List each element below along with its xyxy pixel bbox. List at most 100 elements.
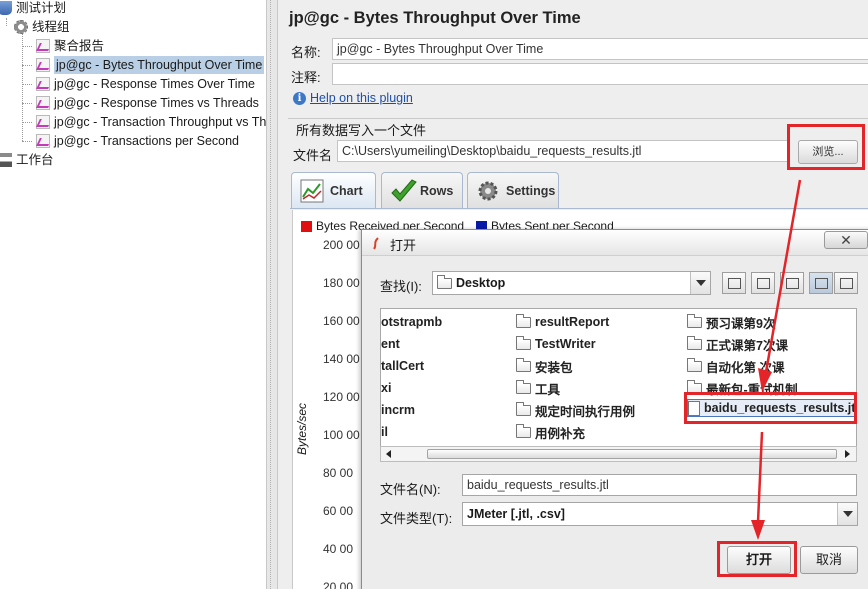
list-item[interactable]: 正式课第7次课: [687, 335, 788, 353]
tree-item-label: 测试计划: [16, 1, 67, 15]
file-list[interactable]: otstrapmb ent tallCert xi incrm il resul…: [380, 308, 857, 462]
list-item[interactable]: il: [381, 423, 388, 441]
file-name: baidu_requests_results.jtl: [704, 401, 857, 415]
file-icon: [688, 400, 700, 416]
list-item[interactable]: otstrapmb: [381, 313, 442, 331]
file-name: resultReport: [535, 315, 610, 329]
graph-icon: [36, 77, 50, 91]
file-name: 规定时间执行用例: [535, 404, 636, 419]
filename-input[interactable]: baidu_requests_results.jtl: [462, 474, 857, 496]
list-item[interactable]: 最新包-重试机制: [687, 379, 798, 397]
list-view-button[interactable]: [809, 272, 833, 294]
filename-field[interactable]: C:\Users\yumeiling\Desktop\baidu_request…: [337, 140, 789, 162]
filetype-value: JMeter [.jtl, .csv]: [467, 507, 565, 521]
tree-item-label: jp@gc - Transactions per Second: [54, 134, 240, 148]
filetype-label: 文件类型(T):: [380, 511, 453, 526]
y-axis-label: Bytes/sec: [295, 402, 309, 455]
list-item[interactable]: resultReport: [516, 313, 609, 331]
folder-icon: [516, 379, 531, 394]
y-tick: 160 00: [323, 314, 360, 328]
graph-icon: [36, 58, 50, 72]
folder-icon: [516, 401, 531, 416]
folder-icon: [437, 274, 452, 289]
tree-item-aggregate-report[interactable]: 聚合报告: [36, 37, 104, 55]
tab-divider: [290, 208, 868, 209]
scroll-right-icon[interactable]: [840, 447, 854, 461]
y-tick: 20 00: [323, 580, 354, 589]
tree-item-label: jp@gc - Transaction Throughput vs Thr: [54, 115, 271, 129]
split-pane-divider[interactable]: [266, 0, 278, 589]
tab-chart[interactable]: Chart: [291, 172, 376, 209]
list-item[interactable]: 自动化第 次课: [687, 357, 784, 375]
scroll-left-icon[interactable]: [383, 447, 397, 461]
list-item[interactable]: 用例补充: [516, 423, 585, 441]
dialog-title-bar[interactable]: 打开 ✕: [362, 230, 868, 256]
list-item[interactable]: 工具: [516, 379, 560, 397]
folder-icon: [687, 357, 702, 372]
filename-label: 文件名(N):: [380, 482, 441, 497]
graph-icon: [36, 39, 50, 53]
file-name: 最新包-重试机制: [706, 382, 798, 397]
lookin-label: 查找(I):: [380, 279, 422, 294]
tree-item-bytes-throughput[interactable]: jp@gc - Bytes Throughput Over Time: [36, 56, 265, 74]
y-tick: 120 00: [323, 390, 360, 404]
tab-settings[interactable]: Settings: [467, 172, 559, 208]
list-item[interactable]: TestWriter: [516, 335, 596, 353]
comment-label: 注释:: [291, 70, 321, 85]
list-item[interactable]: 规定时间执行用例: [516, 401, 635, 419]
tree-item-thread-group[interactable]: 线程组: [14, 18, 70, 36]
file-name: TestWriter: [535, 337, 596, 351]
cancel-button[interactable]: 取消: [800, 546, 858, 574]
test-plan-icon: [0, 1, 12, 15]
up-one-level-button[interactable]: [722, 272, 746, 294]
tree-item-transactions-per-second[interactable]: jp@gc - Transactions per Second: [36, 132, 239, 150]
folder-icon: [687, 335, 702, 350]
file-name: ent: [381, 337, 400, 351]
name-field[interactable]: jp@gc - Bytes Throughput Over Time: [332, 38, 868, 60]
java-icon: [372, 236, 382, 250]
list-item[interactable]: ent: [381, 335, 400, 353]
new-folder-button[interactable]: [780, 272, 804, 294]
help-link-row[interactable]: i Help on this plugin: [293, 91, 413, 105]
checkmark-icon: [390, 178, 417, 203]
y-tick: 40 00: [323, 542, 354, 556]
comment-field[interactable]: [332, 63, 868, 85]
details-view-button[interactable]: [834, 272, 858, 294]
gear-icon: [476, 179, 500, 203]
list-item[interactable]: tallCert: [381, 357, 424, 375]
tab-label: Rows: [420, 183, 454, 198]
chevron-down-icon: [837, 503, 857, 525]
workbench-icon: [0, 153, 12, 167]
tree-item-label: jp@gc - Response Times vs Threads: [54, 96, 259, 110]
help-link[interactable]: Help on this plugin: [310, 91, 413, 105]
file-label: 文件名: [293, 148, 333, 163]
file-name: 自动化第 次课: [706, 360, 785, 375]
file-name: il: [381, 425, 388, 439]
horizontal-scrollbar[interactable]: [380, 446, 857, 462]
tree-item-transaction-throughput[interactable]: jp@gc - Transaction Throughput vs Thr: [36, 113, 271, 131]
tab-rows[interactable]: Rows: [381, 172, 463, 208]
tree-item-label: jp@gc - Response Times Over Time: [54, 77, 255, 91]
list-item[interactable]: xi: [381, 379, 391, 397]
lookin-combo[interactable]: Desktop: [432, 271, 711, 295]
graph-icon: [36, 134, 50, 148]
tree-item-response-times-vs-threads[interactable]: jp@gc - Response Times vs Threads: [36, 94, 259, 112]
scroll-thumb[interactable]: [427, 449, 837, 459]
name-label: 名称:: [291, 45, 321, 60]
file-name: 正式课第7次课: [706, 338, 788, 353]
list-item[interactable]: incrm: [381, 401, 415, 419]
list-item[interactable]: 预习课第9次: [687, 313, 775, 331]
graph-icon: [36, 115, 50, 129]
browse-button[interactable]: 浏览...: [798, 140, 858, 164]
tree-item-test-plan[interactable]: 测试计划: [0, 0, 66, 17]
home-button[interactable]: [751, 272, 775, 294]
tree-item-response-times[interactable]: jp@gc - Response Times Over Time: [36, 75, 255, 93]
list-item-selected[interactable]: baidu_requests_results.jtl: [687, 399, 857, 417]
filetype-combo[interactable]: JMeter [.jtl, .csv]: [462, 502, 858, 526]
open-button[interactable]: 打开: [727, 546, 791, 574]
close-button[interactable]: ✕: [824, 231, 868, 249]
file-name: tallCert: [381, 359, 425, 373]
chevron-down-icon: [690, 272, 710, 294]
list-item[interactable]: 安装包: [516, 357, 573, 375]
tree-item-workbench[interactable]: 工作台: [0, 151, 54, 169]
